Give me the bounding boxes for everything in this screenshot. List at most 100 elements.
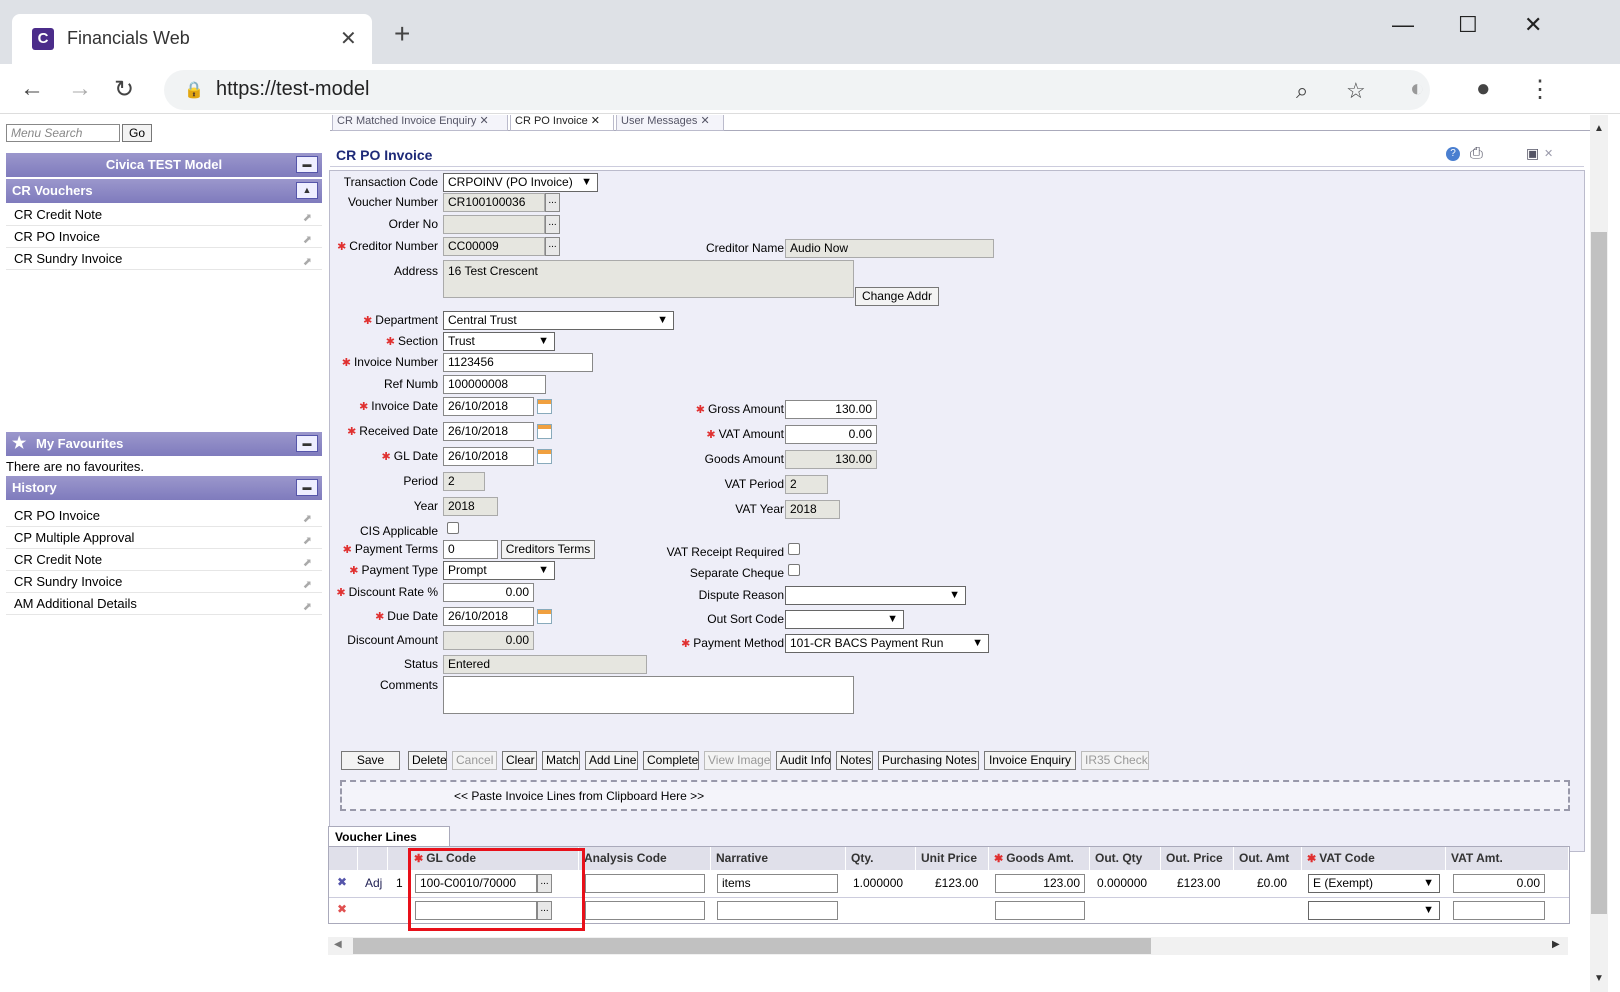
gl-date-field[interactable]: 26/10/2018 — [443, 447, 534, 466]
received-date-field[interactable]: 26/10/2018 — [443, 422, 534, 441]
new-tab-icon[interactable]: + — [394, 20, 410, 48]
analysis-code-input[interactable] — [585, 874, 705, 893]
delete-button[interactable]: Delete — [408, 751, 447, 770]
bookmark-star-icon[interactable]: ☆ — [1346, 78, 1366, 104]
panel-toggle-icon[interactable]: ▲ — [296, 182, 318, 199]
section-select[interactable]: Trust ▼ — [443, 332, 555, 351]
vat-code-select[interactable]: ▼ — [1308, 901, 1440, 920]
vat-amt-input[interactable] — [1453, 901, 1545, 920]
view-image-button[interactable]: View Image — [704, 751, 771, 770]
panel-toggle-icon[interactable]: ▬ — [296, 156, 318, 173]
transaction-code-select[interactable]: CRPOINV (PO Invoice) ▼ — [443, 173, 598, 192]
tab-cr-po-invoice[interactable]: CR PO Invoice ✕ — [510, 115, 614, 131]
comments-field[interactable] — [443, 676, 854, 714]
change-addr-button[interactable]: Change Addr — [855, 287, 939, 306]
voucher-item[interactable]: CR PO Invoice ⬈ — [6, 226, 322, 248]
history-item[interactable]: CP Multiple Approval ⬈ — [6, 527, 322, 549]
gross-amount-field[interactable]: 130.00 — [785, 400, 877, 419]
calendar-icon[interactable] — [537, 609, 552, 624]
scroll-left-icon[interactable]: ◀ — [334, 939, 342, 950]
paste-lines-area[interactable]: << Paste Invoice Lines from Clipboard He… — [340, 780, 1570, 811]
due-date-field[interactable]: 26/10/2018 — [443, 607, 534, 626]
extension-icon[interactable]: ◐ — [1410, 75, 1425, 103]
horizontal-scrollbar[interactable]: ◀ ▶ — [328, 937, 1568, 955]
vat-code-select[interactable]: E (Exempt) ▼ — [1308, 874, 1440, 893]
save-button[interactable]: Save — [341, 751, 400, 770]
horizontal-scroll-thumb[interactable] — [353, 938, 1151, 954]
invoice-date-field[interactable]: 26/10/2018 — [443, 397, 534, 416]
payment-terms-field[interactable]: 0 — [443, 540, 498, 559]
calendar-icon[interactable] — [537, 399, 552, 414]
zoom-icon[interactable]: ⌕ — [1296, 78, 1308, 104]
clear-button[interactable]: Clear — [502, 751, 537, 770]
history-item[interactable]: AM Additional Details ⬈ — [6, 593, 322, 615]
narrative-input[interactable] — [717, 901, 838, 920]
browser-tab[interactable]: C Financials Web ✕ — [12, 14, 372, 64]
window-icon[interactable]: ▣ — [1526, 145, 1539, 162]
vat-amt-input[interactable]: 0.00 — [1453, 874, 1545, 893]
voucher-item[interactable]: CR Sundry Invoice ⬈ — [6, 248, 322, 270]
payment-type-select[interactable]: Prompt ▼ — [443, 561, 555, 580]
print-icon[interactable]: ⎙ — [1470, 145, 1483, 163]
purchasing-notes-button[interactable]: Purchasing Notes — [878, 751, 979, 770]
history-item[interactable]: CR Credit Note ⬈ — [6, 549, 322, 571]
minimize-icon[interactable]: — — [1392, 12, 1414, 38]
out-sort-code-select[interactable]: ▼ — [785, 610, 904, 629]
notes-button[interactable]: Notes — [836, 751, 873, 770]
voucher-item[interactable]: CR Credit Note ⬈ — [6, 204, 322, 226]
address-field[interactable]: 16 Test Crescent — [443, 260, 854, 298]
tab-voucher-lines[interactable]: Voucher Lines — [328, 826, 450, 848]
separate-cheque-checkbox[interactable] — [788, 564, 800, 576]
vat-amount-field[interactable]: 0.00 — [785, 425, 877, 444]
payment-method-select[interactable]: 101-CR BACS Payment Run ▼ — [785, 634, 989, 653]
ir35-check-button[interactable]: IR35 Check — [1081, 751, 1149, 770]
vertical-scroll-thumb[interactable] — [1591, 232, 1607, 914]
scroll-up-icon[interactable]: ▲ — [1594, 123, 1604, 134]
vat-receipt-required-checkbox[interactable] — [788, 543, 800, 555]
vertical-scrollbar[interactable]: ▲ ▼ — [1590, 115, 1608, 992]
menu-dots-icon[interactable]: ⋮ — [1528, 75, 1552, 104]
close-icon[interactable]: ✕ — [1544, 147, 1553, 160]
delete-row-icon[interactable]: ✖ — [337, 873, 347, 891]
ref-numb-field[interactable]: 100000008 — [443, 375, 546, 394]
narrative-input[interactable]: items — [717, 874, 838, 893]
panel-toggle-icon[interactable]: ▬ — [296, 435, 318, 452]
cis-applicable-checkbox[interactable] — [447, 522, 459, 534]
add-line-button[interactable]: Add Line — [585, 751, 638, 770]
scroll-right-icon[interactable]: ▶ — [1552, 939, 1560, 950]
delete-row-icon[interactable]: ✖ — [337, 900, 347, 918]
order-lookup-button[interactable]: ... — [545, 215, 560, 234]
invoice-enquiry-button[interactable]: Invoice Enquiry — [984, 751, 1076, 770]
voucher-number-field[interactable]: CR100100036 — [443, 193, 545, 212]
dispute-reason-select[interactable]: ▼ — [785, 586, 966, 605]
back-icon[interactable]: ← — [20, 75, 44, 103]
audit-info-button[interactable]: Audit Info — [776, 751, 831, 770]
voucher-lookup-button[interactable]: ... — [545, 193, 560, 212]
reload-icon[interactable]: ↻ — [114, 75, 134, 104]
tab-user-messages[interactable]: User Messages ✕ — [616, 115, 724, 131]
goods-amt-input[interactable]: 123.00 — [995, 874, 1085, 893]
open-window-icon[interactable]: ⬈ — [303, 596, 312, 618]
forward-icon[interactable]: → — [68, 75, 92, 103]
complete-button[interactable]: Complete — [643, 751, 699, 770]
department-select[interactable]: Central Trust ▼ — [443, 311, 674, 330]
order-no-field[interactable] — [443, 215, 545, 234]
discount-rate-field[interactable]: 0.00 — [443, 583, 534, 602]
history-item[interactable]: CR PO Invoice ⬈ — [6, 505, 322, 527]
invoice-number-field[interactable]: 1123456 — [443, 353, 593, 372]
cancel-button[interactable]: Cancel — [452, 751, 497, 770]
window-close-icon[interactable]: ✕ — [1524, 12, 1542, 38]
address-bar[interactable]: 🔒 https://test-model ⌕ ☆ — [164, 70, 1430, 110]
goods-amt-input[interactable] — [995, 901, 1085, 920]
creditor-number-field[interactable]: CC00009 — [443, 237, 545, 256]
creditor-lookup-button[interactable]: ... — [545, 237, 560, 256]
creditors-terms-button[interactable]: Creditors Terms — [501, 540, 595, 559]
profile-icon[interactable]: ● — [1476, 75, 1491, 103]
menu-search-input[interactable]: Menu Search — [6, 124, 120, 142]
calendar-icon[interactable] — [537, 449, 552, 464]
analysis-code-input[interactable] — [585, 901, 705, 920]
go-button[interactable]: Go — [122, 124, 152, 142]
tab-matched-invoice-enquiry[interactable]: CR Matched Invoice Enquiry ✕ — [332, 115, 508, 131]
maximize-icon[interactable]: ☐ — [1458, 12, 1478, 38]
adj-link[interactable]: Adj — [365, 874, 382, 892]
